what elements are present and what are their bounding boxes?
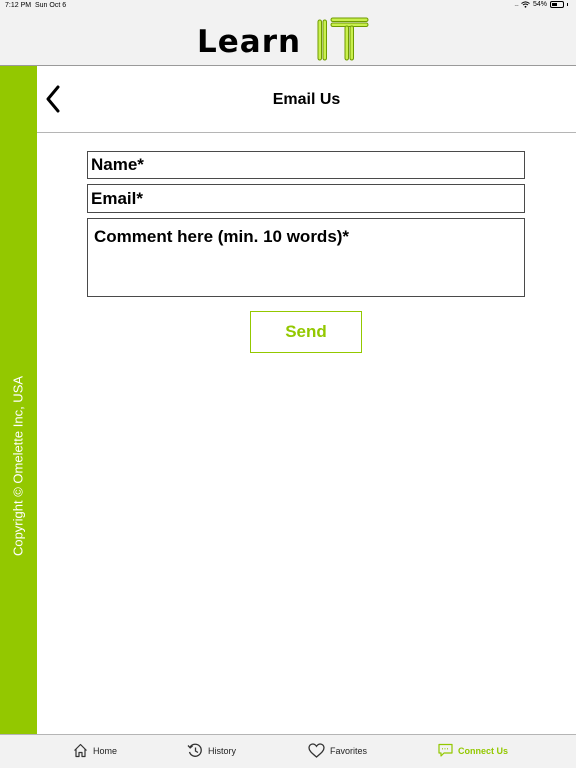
logo-text: Learn: [197, 24, 302, 60]
home-icon: [74, 743, 87, 758]
page-title: Email Us: [272, 91, 341, 108]
title-bar: Email Us: [37, 66, 576, 133]
copyright-text: Copyright © Omelette Inc, USA: [10, 375, 26, 557]
tab-favorites[interactable]: Favorites: [308, 743, 367, 758]
tab-bar: Home History Favorites Connect Us: [0, 734, 576, 768]
signal-icon: ....: [514, 1, 519, 8]
email-field[interactable]: [87, 184, 525, 213]
tab-connect-us[interactable]: Connect Us: [438, 743, 508, 758]
send-button[interactable]: Send: [250, 311, 362, 353]
app-header: Learn: [0, 12, 576, 66]
sidebar: Copyright © Omelette Inc, USA: [0, 66, 37, 734]
tab-label-connect-us: Connect Us: [458, 745, 509, 756]
battery-percent: 54%: [532, 1, 547, 8]
tab-label-history: History: [208, 745, 237, 756]
app-logo: Learn: [197, 16, 369, 62]
name-field[interactable]: [87, 151, 525, 179]
chat-icon: [438, 743, 453, 757]
tab-history[interactable]: History: [187, 743, 236, 758]
battery-cap: [567, 3, 568, 6]
battery-level: [552, 3, 558, 6]
battery-icon: [550, 1, 564, 8]
logo-mark-it: [317, 16, 369, 62]
heart-icon: [308, 743, 325, 758]
status-indicators: .... 54%: [514, 1, 568, 8]
tab-label-home: Home: [93, 745, 118, 756]
tab-home[interactable]: Home: [73, 743, 117, 758]
history-icon: [187, 743, 202, 757]
wifi-icon: [521, 1, 530, 8]
status-date: Sun Oct 6: [35, 2, 67, 9]
comment-field[interactable]: [87, 218, 525, 297]
status-bar: 7:12 PM Sun Oct 6 .... 54%: [0, 0, 576, 12]
tab-label-favorites: Favorites: [330, 745, 368, 756]
status-time: 7:12 PM: [5, 2, 32, 9]
